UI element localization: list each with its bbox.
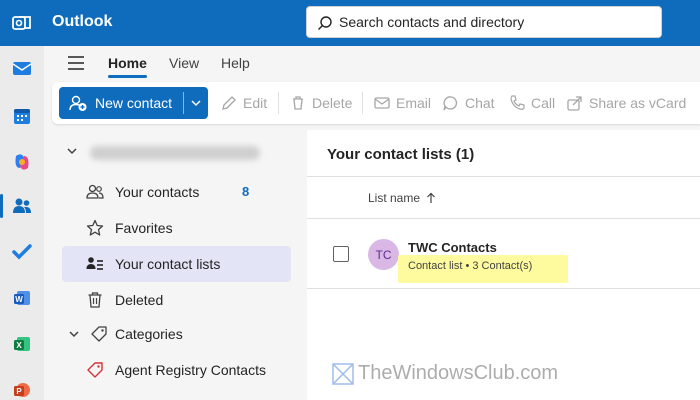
rail-calendar[interactable] [0, 96, 44, 136]
tab-view[interactable]: View [169, 55, 199, 71]
avatar: TC [368, 239, 399, 270]
search-icon [318, 16, 332, 30]
ribbon-divider [362, 92, 363, 114]
tab-home-indicator [108, 75, 147, 78]
share-label: Share as vCard [589, 95, 687, 111]
rail-people[interactable] [0, 186, 44, 226]
edit-button[interactable]: Edit [221, 95, 267, 111]
header-divider [307, 176, 700, 177]
hamburger-menu-icon[interactable] [66, 54, 86, 72]
new-contact-label: New contact [95, 95, 173, 111]
column-header-list-name[interactable]: List name [368, 191, 436, 205]
column-header-label: List name [368, 191, 421, 205]
categories-header[interactable]: Categories [66, 324, 286, 344]
sort-ascending-icon [427, 192, 435, 203]
search-box[interactable] [306, 6, 662, 38]
watermark-text: TheWindowsClub.com [358, 362, 559, 384]
excel-icon: X [14, 337, 30, 351]
contact-count-badge: 8 [242, 184, 250, 199]
tab-home[interactable]: Home [108, 55, 147, 71]
phone-icon [510, 95, 525, 110]
svg-text:P: P [16, 387, 22, 396]
tag-icon [87, 362, 103, 378]
mail-icon [374, 97, 390, 109]
account-header[interactable] [66, 146, 78, 156]
rail-copilot[interactable] [0, 142, 44, 182]
page-title: Your contact lists (1) [327, 146, 475, 163]
watermark: TheWindowsClub.com [332, 362, 558, 385]
nav-category-agent-registry[interactable]: Agent Registry Contacts [62, 352, 291, 388]
copilot-icon [15, 154, 29, 170]
rail-word[interactable]: W [0, 278, 44, 318]
trash-icon [293, 96, 303, 110]
mail-icon [12, 62, 32, 75]
rail-powerpoint[interactable]: P [0, 370, 44, 400]
chat-icon [443, 96, 458, 111]
svg-text:X: X [16, 341, 22, 350]
email-label: Email [396, 95, 432, 111]
app-launcher-icon[interactable] [12, 14, 32, 32]
nav-label: Favorites [115, 220, 173, 236]
tag-icon [91, 326, 107, 342]
share-vcard-button[interactable]: Share as vCard [567, 95, 686, 111]
column-divider [307, 218, 700, 219]
people-icon [86, 184, 104, 199]
chevron-down-icon[interactable] [190, 98, 202, 108]
call-button[interactable]: Call [509, 95, 555, 111]
app-title: Outlook [52, 13, 113, 30]
nav-label: Your contact lists [115, 256, 221, 272]
rail-mail[interactable] [0, 48, 44, 88]
account-email-redacted [90, 146, 260, 160]
star-icon [86, 219, 104, 236]
chat-label: Chat [465, 95, 495, 111]
chat-button[interactable]: Chat [443, 95, 495, 111]
list-details: Contact list • 3 Contact(s) [408, 260, 533, 272]
nav-label: Agent Registry Contacts [115, 362, 266, 378]
nav-label: Deleted [115, 292, 164, 308]
tab-help[interactable]: Help [221, 55, 250, 71]
powerpoint-icon: P [14, 383, 30, 397]
list-name: TWC Contacts [408, 240, 497, 255]
share-icon [567, 96, 582, 111]
email-button[interactable]: Email [374, 95, 431, 111]
watermark-logo-icon [332, 362, 354, 385]
trash-icon [88, 292, 102, 308]
todo-icon [12, 244, 32, 260]
row-divider [307, 288, 700, 289]
add-person-icon [69, 95, 87, 111]
word-icon: W [14, 291, 30, 305]
chevron-down-icon [69, 331, 79, 338]
people-icon [13, 198, 31, 213]
rail-todo[interactable] [0, 232, 44, 272]
categories-label: Categories [115, 326, 183, 342]
rail-excel[interactable]: X [0, 324, 44, 364]
nav-label: Your contacts [115, 184, 200, 200]
delete-label: Delete [312, 95, 353, 111]
nav-your-contacts[interactable]: Your contacts 8 [62, 174, 291, 210]
contact-list-icon [86, 257, 103, 270]
delete-button[interactable]: Delete [290, 95, 352, 111]
call-label: Call [531, 95, 556, 111]
app-header: Outlook [0, 0, 700, 46]
row-checkbox[interactable] [333, 246, 349, 262]
app-rail: W X P [0, 46, 44, 400]
split-divider [183, 92, 184, 114]
edit-label: Edit [243, 95, 268, 111]
search-input[interactable] [339, 7, 649, 37]
calendar-icon [14, 109, 30, 124]
svg-text:W: W [15, 295, 23, 304]
pencil-icon [222, 96, 236, 110]
nav-your-contact-lists[interactable]: Your contact lists [62, 246, 291, 282]
nav-deleted[interactable]: Deleted [62, 282, 291, 318]
nav-favorites[interactable]: Favorites [62, 210, 291, 246]
ribbon-divider [278, 92, 279, 114]
chevron-down-icon [67, 148, 77, 155]
new-contact-button[interactable]: New contact [59, 87, 208, 119]
